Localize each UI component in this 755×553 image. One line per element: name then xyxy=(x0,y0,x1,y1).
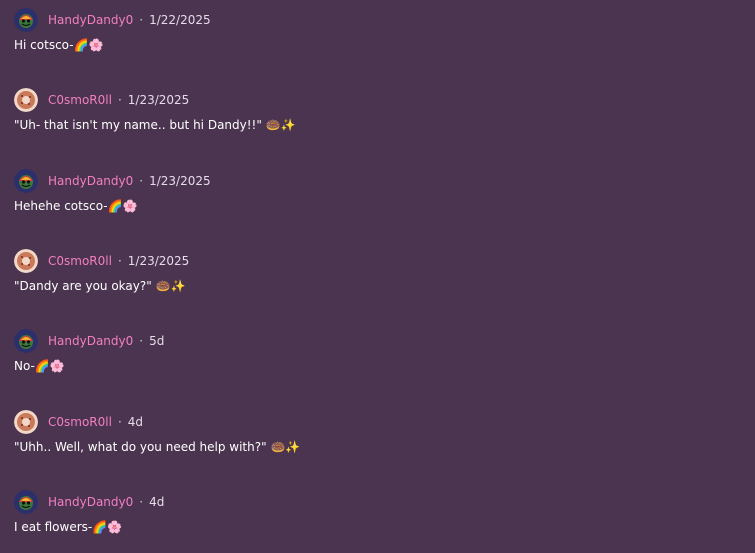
comment-meta: HandyDandy0 · 4d xyxy=(14,490,164,514)
meta-separator: · xyxy=(139,174,144,188)
comment: HandyDandy0 · 1/22/2025 Hi cotsco-🌈🌸 xyxy=(14,8,734,88)
comment-date: 1/23/2025 xyxy=(149,174,211,188)
meta-separator: · xyxy=(117,254,122,268)
comment-text: "Dandy are you okay?" 🍩✨ xyxy=(14,279,186,293)
username-link[interactable]: HandyDandy0 xyxy=(48,13,133,27)
comment-text: No-🌈🌸 xyxy=(14,359,65,373)
handydandy-avatar[interactable] xyxy=(14,169,38,193)
cosmoroll-avatar[interactable] xyxy=(14,410,38,434)
handydandy-avatar[interactable] xyxy=(14,490,38,514)
username-link[interactable]: HandyDandy0 xyxy=(48,174,133,188)
comment-text: "Uh- that isn't my name.. but hi Dandy!!… xyxy=(14,118,296,132)
comment-text: Hehehe cotsco-🌈🌸 xyxy=(14,199,138,213)
meta-separator: · xyxy=(117,415,122,429)
comment-date: 4d xyxy=(127,415,144,429)
comment: C0smoR0ll · 4d "Uhh.. Well, what do you … xyxy=(14,410,734,490)
username-link[interactable]: C0smoR0ll xyxy=(48,93,112,107)
comment-date: 1/22/2025 xyxy=(149,13,211,27)
meta-separator: · xyxy=(117,93,122,107)
comment-meta: HandyDandy0 · 1/22/2025 xyxy=(14,8,211,32)
cosmoroll-avatar[interactable] xyxy=(14,249,38,273)
handydandy-avatar[interactable] xyxy=(14,329,38,353)
comment: C0smoR0ll · 1/23/2025 "Dandy are you oka… xyxy=(14,249,734,329)
comment-date: 5d xyxy=(149,334,165,348)
username-link[interactable]: C0smoR0ll xyxy=(48,415,112,429)
meta-separator: · xyxy=(139,334,144,348)
comment: C0smoR0ll · 1/23/2025 "Uh- that isn't my… xyxy=(14,88,734,168)
comment-thread: HandyDandy0 · 1/22/2025 Hi cotsco-🌈🌸 C0s… xyxy=(0,0,755,553)
meta-separator: · xyxy=(139,13,144,27)
comment-date: 1/23/2025 xyxy=(127,254,190,268)
comment-meta: HandyDandy0 · 5d xyxy=(14,329,164,353)
comment-text: "Uhh.. Well, what do you need help with?… xyxy=(14,440,301,454)
comment-text: Hi cotsco-🌈🌸 xyxy=(14,38,104,52)
meta-separator: · xyxy=(139,495,144,509)
comment-meta: C0smoR0ll · 1/23/2025 xyxy=(14,88,189,112)
username-link[interactable]: HandyDandy0 xyxy=(48,334,133,348)
username-link[interactable]: HandyDandy0 xyxy=(48,495,133,509)
username-link[interactable]: C0smoR0ll xyxy=(48,254,112,268)
comment-date: 4d xyxy=(149,495,165,509)
comment-date: 1/23/2025 xyxy=(127,93,190,107)
cosmoroll-avatar[interactable] xyxy=(14,88,38,112)
comment: HandyDandy0 · 4d I eat flowers-🌈🌸 xyxy=(14,490,734,553)
comment-meta: C0smoR0ll · 1/23/2025 xyxy=(14,249,189,273)
comment-text: I eat flowers-🌈🌸 xyxy=(14,520,123,534)
handydandy-avatar[interactable] xyxy=(14,8,38,32)
comment: HandyDandy0 · 1/23/2025 Hehehe cotsco-🌈🌸 xyxy=(14,169,734,249)
comment-meta: HandyDandy0 · 1/23/2025 xyxy=(14,169,211,193)
comment: HandyDandy0 · 5d No-🌈🌸 xyxy=(14,329,734,409)
comment-meta: C0smoR0ll · 4d xyxy=(14,410,143,434)
